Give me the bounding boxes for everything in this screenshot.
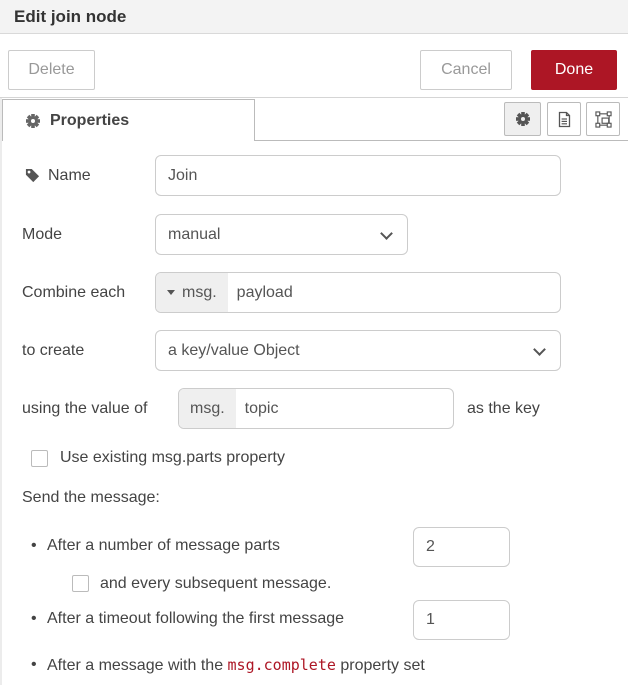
tab-properties-label: Properties: [50, 112, 129, 130]
subsequent-label: and every subsequent message.: [100, 575, 331, 593]
timeout-item-label: After a timeout following the first mess…: [47, 610, 344, 628]
tray-left-edge: [0, 98, 2, 685]
subsequent-checkbox[interactable]: [72, 575, 89, 592]
msg-complete-code: msg.complete: [228, 656, 336, 674]
tab-properties[interactable]: Properties: [2, 99, 255, 141]
to-create-select[interactable]: a key/value Object: [155, 330, 561, 371]
dialog-header: Edit join node: [0, 0, 628, 34]
gear-icon: [25, 113, 41, 129]
edit-join-node-dialog: Edit join node Delete Cancel Done Proper…: [0, 0, 628, 685]
combine-type-label: msg.: [182, 284, 217, 302]
complete-item-label: After a message with the msg.complete pr…: [47, 656, 425, 675]
timeout-input[interactable]: [413, 600, 510, 640]
key-type-label: msg.: [190, 400, 225, 418]
description-tab-button[interactable]: [547, 102, 581, 136]
tag-icon: [25, 168, 40, 183]
mode-label: Mode: [22, 214, 62, 255]
mode-select-value: manual: [168, 215, 220, 254]
combine-value-input[interactable]: [228, 273, 560, 312]
combine-label: Combine each: [22, 272, 125, 313]
to-create-label: to create: [22, 330, 84, 371]
key-value-input[interactable]: [236, 389, 453, 428]
complete-text-after: property set: [336, 657, 425, 674]
done-button[interactable]: Done: [531, 50, 617, 90]
to-create-select-value: a key/value Object: [168, 331, 300, 370]
name-label: Name: [48, 155, 91, 196]
key-typedinput: msg.: [178, 388, 454, 429]
name-input[interactable]: [155, 155, 561, 196]
combine-typedinput: msg.: [155, 272, 561, 313]
count-input[interactable]: [413, 527, 510, 567]
key-type-button[interactable]: msg.: [179, 389, 236, 428]
description-icon: [556, 111, 572, 128]
delete-button[interactable]: Delete: [8, 50, 95, 90]
count-item-label: After a number of message parts: [47, 537, 280, 555]
dialog-title: Edit join node: [14, 7, 126, 27]
name-label-row: Name: [25, 155, 91, 196]
mode-select[interactable]: manual: [155, 214, 408, 255]
use-parts-label: Use existing msg.parts property: [60, 449, 285, 467]
complete-text-before: After a message with the: [47, 657, 228, 674]
chevron-down-icon: [380, 227, 393, 240]
cancel-button[interactable]: Cancel: [420, 50, 512, 90]
use-parts-checkbox[interactable]: [31, 450, 48, 467]
caret-down-icon: [167, 290, 175, 295]
key-label: using the value of: [22, 388, 147, 429]
properties-tab-button[interactable]: [504, 102, 541, 136]
gear-icon: [515, 111, 531, 127]
send-heading: Send the message:: [22, 489, 160, 507]
combine-type-button[interactable]: msg.: [156, 273, 228, 312]
key-suffix-label: as the key: [467, 388, 540, 429]
appearance-tab-button[interactable]: [586, 102, 620, 136]
appearance-icon: [595, 111, 612, 128]
chevron-down-icon: [533, 343, 546, 356]
